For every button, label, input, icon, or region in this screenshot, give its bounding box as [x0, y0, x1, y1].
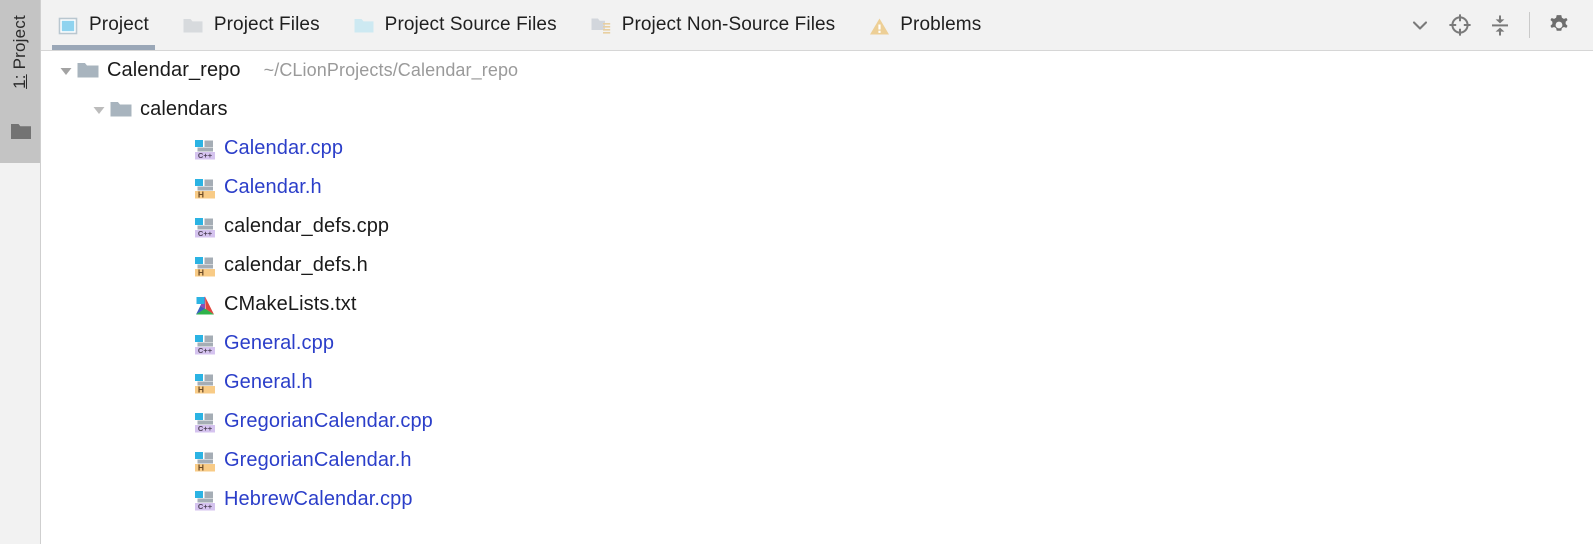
tab-label: Problems [900, 14, 982, 35]
svg-text:H: H [198, 462, 204, 472]
tree-row[interactable]: H Calendar.h [41, 168, 1593, 207]
cpp-file-icon: C++ [194, 217, 216, 238]
chevron-down-icon[interactable] [1400, 0, 1440, 50]
tree-row-label: Calendar_repo [107, 59, 241, 81]
project-tool-window: 1: Project Project Project Files Project… [0, 0, 1593, 544]
tree-row[interactable]: CMakeLists.txt [41, 285, 1593, 324]
tree-row[interactable]: C++ HebrewCalendar.cpp [41, 480, 1593, 519]
tree-row-label: General.cpp [224, 332, 335, 354]
tree-row-label: Calendar.h [224, 176, 322, 198]
locate-target-icon[interactable] [1440, 0, 1480, 50]
folder-module-icon [77, 61, 99, 81]
tree-row-path: ~/CLionProjects/Calendar_repo [263, 60, 519, 80]
tree-row-label: General.h [224, 371, 313, 393]
tree-row-label: Calendar.cpp [224, 137, 344, 159]
cmake-file-icon [194, 295, 216, 315]
stripe-label-text: Project [10, 15, 29, 75]
tab-problems[interactable]: Problems [852, 0, 998, 50]
tree-row-label: GregorianCalendar.cpp [224, 410, 433, 432]
svg-text:H: H [198, 267, 204, 277]
warning-triangle-icon [869, 17, 890, 34]
tree-row-label: CMakeLists.txt [224, 293, 357, 315]
tab-project[interactable]: Project [41, 0, 166, 50]
svg-text:H: H [198, 189, 204, 199]
tab-project-files[interactable]: Project Files [166, 0, 337, 50]
svg-text:C++: C++ [198, 151, 213, 160]
tab-label: Project [89, 14, 149, 35]
cpp-file-icon: C++ [194, 412, 216, 433]
folder-grey-icon [183, 17, 203, 34]
collapse-all-icon[interactable] [1480, 0, 1520, 50]
tree-row[interactable]: H General.h [41, 363, 1593, 402]
cpp-file-icon: C++ [194, 490, 216, 511]
svg-text:H: H [198, 384, 204, 394]
tree-row-label: calendar_defs.cpp [224, 215, 390, 237]
tool-window-stripe: 1: Project [0, 0, 41, 544]
tree-row[interactable]: Calendar_repo ~/CLionProjects/Calendar_r… [41, 51, 1593, 90]
expand-arrow-icon[interactable] [88, 90, 110, 129]
folder-module-icon [110, 100, 132, 120]
tree-row-label: GregorianCalendar.h [224, 449, 412, 471]
tree-row[interactable]: H GregorianCalendar.h [41, 441, 1593, 480]
svg-text:C++: C++ [198, 502, 213, 511]
tab-toolbar-actions [1400, 0, 1593, 50]
svg-text:C++: C++ [198, 424, 213, 433]
expand-arrow-icon[interactable] [55, 51, 77, 90]
stripe-button-project[interactable]: 1: Project [10, 12, 30, 92]
header-file-icon: H [194, 451, 216, 472]
tree-row[interactable]: H calendar_defs.h [41, 246, 1593, 285]
cpp-file-icon: C++ [194, 334, 216, 355]
cpp-file-icon: C++ [194, 139, 216, 160]
tree-row-label: calendar_defs.h [224, 254, 368, 276]
stripe-shortcut-number: 1: [10, 74, 29, 89]
folder-nonsource-icon [591, 17, 611, 34]
project-module-icon [58, 17, 78, 34]
tab-label: Project Non-Source Files [621, 14, 836, 35]
settings-gear-icon[interactable] [1539, 0, 1579, 50]
tab-project-non-source-files[interactable]: Project Non-Source Files [574, 0, 853, 50]
tree-row[interactable]: C++ General.cpp [41, 324, 1593, 363]
view-tabs: Project Project Files Project Source Fil… [41, 0, 1593, 51]
header-file-icon: H [194, 373, 216, 394]
tree-row[interactable]: C++ calendar_defs.cpp [41, 207, 1593, 246]
folder-blue-icon [354, 17, 374, 34]
svg-text:C++: C++ [198, 229, 213, 238]
toolbar-separator [1529, 12, 1530, 38]
tree-row[interactable]: C++ Calendar.cpp [41, 129, 1593, 168]
tab-label: Project Source Files [384, 14, 557, 35]
svg-text:C++: C++ [198, 346, 213, 355]
folder-icon[interactable] [11, 123, 31, 139]
header-file-icon: H [194, 178, 216, 199]
tree-row[interactable]: calendars [41, 90, 1593, 129]
tree-row-label: calendars [140, 98, 228, 120]
project-panel: Project Project Files Project Source Fil… [41, 0, 1593, 544]
tab-project-source-files[interactable]: Project Source Files [337, 0, 574, 50]
project-tree[interactable]: Calendar_repo ~/CLionProjects/Calendar_r… [41, 51, 1593, 543]
header-file-icon: H [194, 256, 216, 277]
tree-row[interactable]: C++ GregorianCalendar.cpp [41, 402, 1593, 441]
tab-label: Project Files [213, 14, 320, 35]
tree-row-label: HebrewCalendar.cpp [224, 488, 413, 510]
